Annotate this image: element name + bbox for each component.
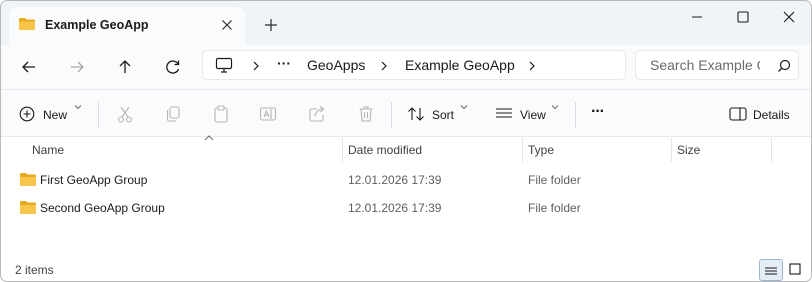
sort-label: Sort bbox=[432, 108, 455, 122]
share-icon[interactable] bbox=[308, 104, 326, 124]
plus-circle-icon bbox=[19, 106, 35, 122]
file-name: First GeoApp Group bbox=[40, 173, 148, 187]
new-label: New bbox=[43, 108, 68, 122]
details-pane-icon bbox=[729, 107, 747, 121]
forward-arrow-icon[interactable] bbox=[63, 53, 91, 81]
breadcrumb-geoapps[interactable]: GeoApps bbox=[307, 57, 365, 73]
title-bar: Example GeoApp bbox=[1, 1, 811, 45]
folder-icon bbox=[20, 173, 36, 186]
computer-icon[interactable] bbox=[215, 57, 233, 74]
column-name[interactable]: Name bbox=[26, 135, 342, 162]
copy-icon[interactable] bbox=[164, 104, 182, 124]
tab-title: Example GeoApp bbox=[45, 18, 149, 32]
column-header: Name Date modified Type Size bbox=[1, 135, 811, 162]
details-view-button[interactable] bbox=[759, 259, 783, 281]
file-date-modified: 12.01.2026 17:39 bbox=[348, 173, 442, 187]
column-date-modified[interactable]: Date modified bbox=[342, 138, 522, 162]
breadcrumb[interactable]: ··· GeoApps Example GeoApp bbox=[202, 50, 626, 80]
close-tab-icon[interactable] bbox=[217, 15, 237, 35]
folder-icon bbox=[20, 201, 36, 214]
file-date-modified: 12.01.2026 17:39 bbox=[348, 201, 442, 215]
close-window-icon[interactable] bbox=[766, 5, 812, 29]
file-type: File folder bbox=[528, 201, 581, 215]
table-row[interactable]: First GeoApp Group 12.01.2026 17:39 File… bbox=[11, 166, 801, 194]
paste-icon[interactable] bbox=[212, 104, 230, 124]
sort-icon bbox=[408, 107, 424, 121]
file-name: Second GeoApp Group bbox=[40, 201, 165, 215]
back-arrow-icon[interactable] bbox=[15, 53, 43, 81]
column-size[interactable]: Size bbox=[671, 138, 771, 162]
column-size-label: Size bbox=[677, 143, 701, 157]
chevron-down-icon bbox=[74, 105, 82, 110]
column-type-label: Type bbox=[528, 143, 555, 157]
divider bbox=[575, 102, 576, 128]
search-input[interactable] bbox=[650, 57, 760, 73]
maximize-icon[interactable] bbox=[720, 5, 766, 29]
file-explorer-window: Example GeoApp ··· GeoApps Example GeoAp… bbox=[0, 0, 812, 282]
chevron-right-icon[interactable] bbox=[251, 60, 261, 72]
details-pane-button[interactable]: Details bbox=[729, 104, 795, 124]
new-tab-icon[interactable] bbox=[261, 15, 281, 35]
column-name-label: Name bbox=[32, 143, 65, 157]
breadcrumb-overflow[interactable]: ··· bbox=[277, 55, 291, 71]
large-icons-view-icon[interactable] bbox=[789, 263, 801, 275]
status-bar: 2 items bbox=[1, 257, 811, 281]
search-box[interactable] bbox=[635, 50, 799, 80]
details-label: Details bbox=[753, 108, 790, 122]
delete-icon[interactable] bbox=[357, 104, 375, 124]
cut-icon[interactable] bbox=[116, 104, 134, 124]
divider bbox=[98, 102, 99, 128]
breadcrumb-example-geoapp[interactable]: Example GeoApp bbox=[405, 57, 515, 73]
minimize-icon[interactable] bbox=[674, 5, 720, 29]
new-button[interactable]: New bbox=[19, 104, 85, 124]
up-arrow-icon[interactable] bbox=[111, 53, 139, 81]
view-list-icon bbox=[496, 108, 512, 118]
rename-icon[interactable] bbox=[259, 104, 277, 124]
refresh-icon[interactable] bbox=[159, 53, 187, 81]
chevron-down-icon bbox=[460, 105, 468, 110]
chevron-right-icon[interactable] bbox=[527, 60, 537, 72]
column-date-label: Date modified bbox=[348, 143, 423, 157]
column-type[interactable]: Type bbox=[522, 138, 671, 162]
search-icon[interactable] bbox=[777, 59, 791, 73]
details-view-icon bbox=[765, 267, 777, 275]
folder-icon bbox=[19, 18, 35, 30]
tab-example-geoapp[interactable]: Example GeoApp bbox=[9, 7, 245, 45]
sort-ascending-icon bbox=[204, 135, 214, 141]
command-bar: New Sort View ··· Details bbox=[1, 89, 811, 137]
sort-button[interactable]: Sort bbox=[407, 104, 469, 124]
divider bbox=[391, 102, 392, 128]
column-divider[interactable] bbox=[771, 138, 772, 162]
chevron-right-icon[interactable] bbox=[379, 60, 389, 72]
chevron-down-icon bbox=[551, 105, 559, 110]
item-count: 2 items bbox=[15, 263, 54, 277]
table-row[interactable]: Second GeoApp Group 12.01.2026 17:39 Fil… bbox=[11, 194, 801, 222]
more-options-button[interactable]: ··· bbox=[591, 103, 605, 123]
address-bar: ··· GeoApps Example GeoApp bbox=[1, 45, 811, 89]
view-label: View bbox=[520, 108, 546, 122]
file-type: File folder bbox=[528, 173, 581, 187]
view-button[interactable]: View bbox=[495, 104, 561, 124]
